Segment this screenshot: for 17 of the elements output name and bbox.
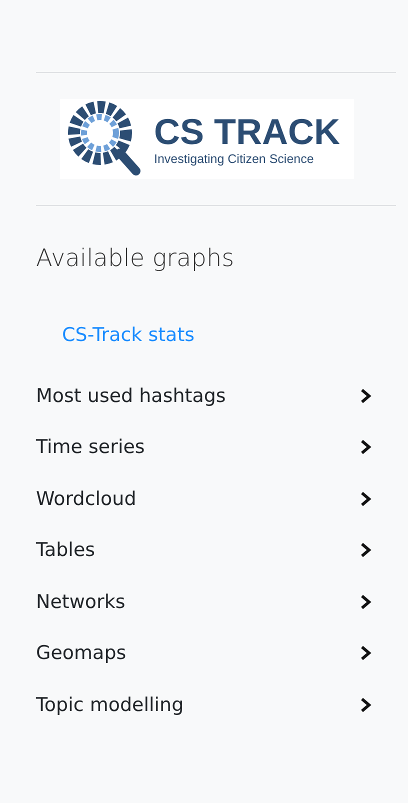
logo-title: CS TRACK [154, 112, 340, 152]
menu-item[interactable]: Most used hashtags [36, 370, 396, 422]
menu-item[interactable]: Wordcloud [36, 473, 396, 524]
section-heading: Available graphs [36, 244, 236, 272]
menu-item[interactable]: Topic modelling [36, 679, 396, 730]
menu-item[interactable]: Geomaps [36, 628, 396, 679]
menu-item[interactable]: Tables [36, 524, 396, 576]
chevron-icon [360, 388, 372, 404]
chevron-icon [360, 594, 372, 610]
chevron-icon [360, 542, 372, 558]
menu-item[interactable]: Time series [36, 422, 396, 473]
chevron-icon [360, 490, 372, 507]
chevron-icon [360, 439, 372, 456]
chevron-icon [360, 696, 372, 713]
chevron-icon [360, 645, 372, 662]
menu-item[interactable]: Networks [36, 576, 396, 628]
logo-subtitle: Investigating Citizen Science [154, 152, 315, 166]
